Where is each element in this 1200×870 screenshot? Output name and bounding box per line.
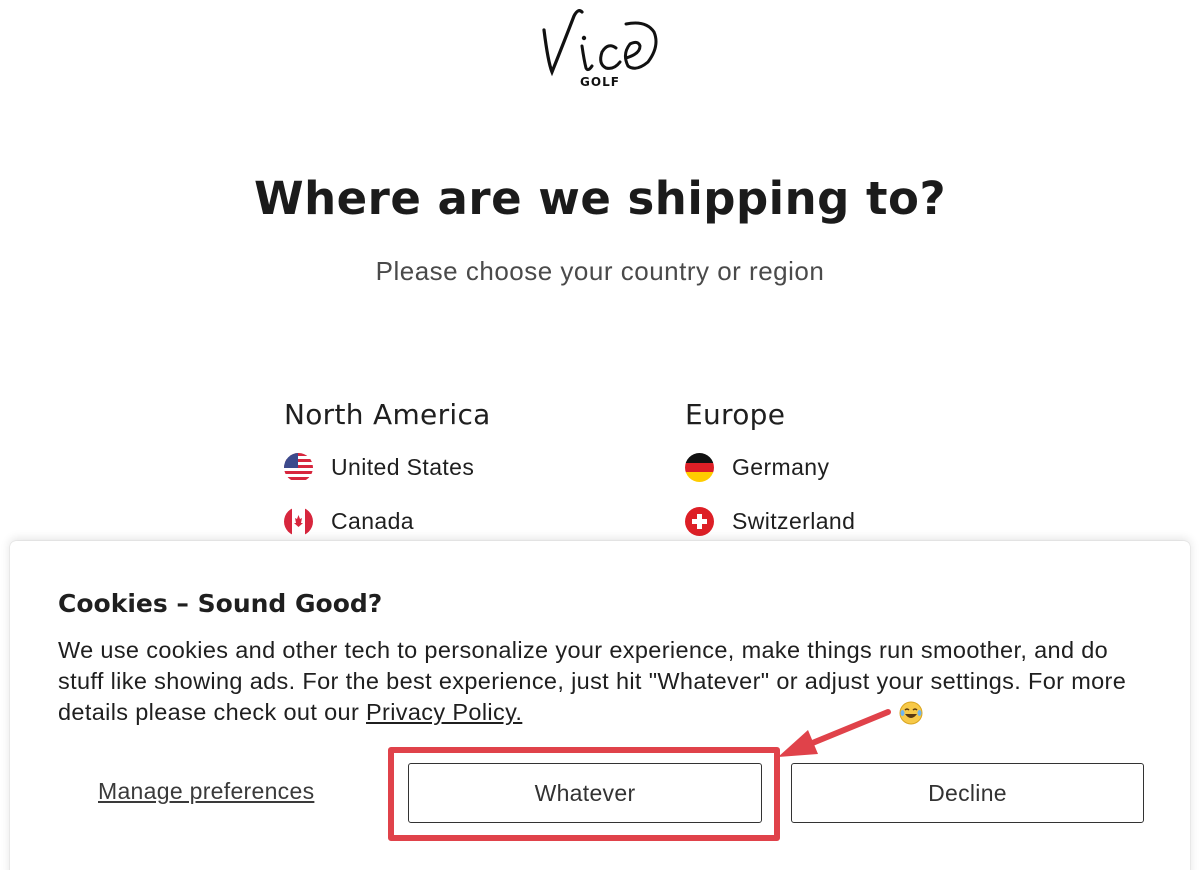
country-label: Germany [732,453,830,480]
cookie-banner-text: We use cookies and other tech to persona… [58,635,1138,728]
manage-preferences-link[interactable]: Manage preferences [98,778,314,805]
country-label: United States [331,453,475,480]
annotation-arrow-icon [778,709,891,757]
vice-script-logo [542,9,658,77]
germany-flag-icon [685,452,714,482]
switzerland-flag-icon [685,506,714,536]
us-flag-icon [284,452,313,482]
page-subtitle: Please choose your country or region [375,256,825,286]
annotation-highlight-box [388,747,780,841]
privacy-policy-link[interactable]: Privacy Policy. [366,699,522,725]
country-united-states[interactable]: United States [284,440,644,494]
page: GOLF Where are we shipping to? Please ch… [0,0,1200,870]
country-label: Switzerland [732,507,856,534]
logo-subtext: GOLF [580,75,620,89]
vice-golf-logo[interactable]: GOLF [530,2,670,98]
country-label: Canada [331,507,414,534]
region-title: Europe [685,398,786,431]
country-germany[interactable]: Germany [685,440,1045,494]
region-north-america: North America United States Canada [284,398,644,548]
canada-flag-icon [284,506,313,536]
country-switzerland[interactable]: Switzerland [685,494,1045,548]
region-europe: Europe Germany Switzerland [685,398,1045,548]
page-title: Where are we shipping to? [253,172,947,225]
laughing-crying-emoji-icon [898,700,924,726]
cookie-banner-title: Cookies – Sound Good? [58,589,383,618]
region-title: North America [284,398,491,431]
cookie-body-text: We use cookies and other tech to persona… [58,637,1127,725]
country-canada[interactable]: Canada [284,494,644,548]
decline-cookies-button[interactable]: Decline [791,763,1144,823]
